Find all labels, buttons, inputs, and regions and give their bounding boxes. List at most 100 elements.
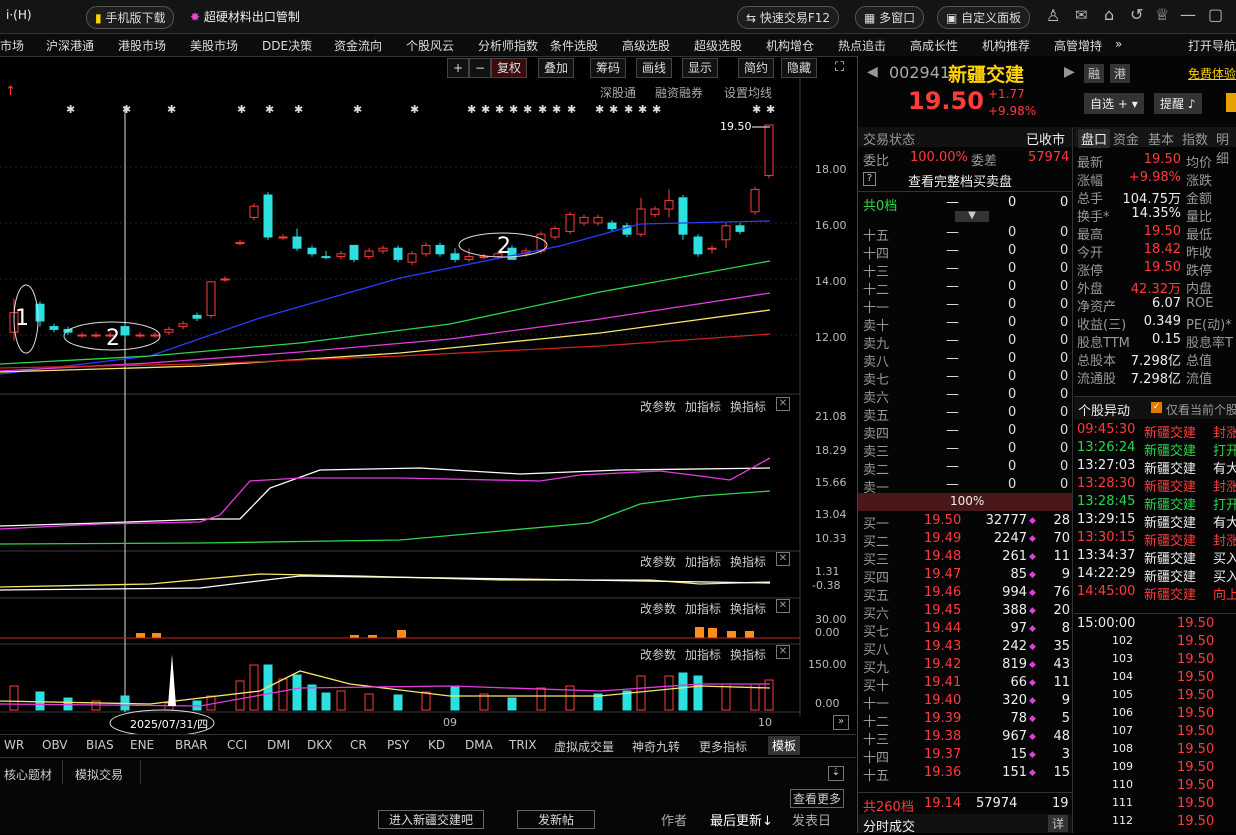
undo-icon[interactable]: ↺ [1130, 5, 1143, 24]
bid-row[interactable]: 十四 19.37 15 ◆ 3 [858, 746, 1072, 766]
quick-trade-button[interactable]: ⇆ 快速交易F12 [737, 6, 840, 29]
event-row[interactable]: 13:28:45 新疆交建 打开 [1074, 494, 1236, 513]
last-update-column[interactable]: 最后更新↓ [710, 810, 773, 829]
bid-row[interactable]: 买四 19.47 85 ◆ 9 [858, 566, 1072, 586]
enter-forum-button[interactable]: 进入新疆交建吧 [378, 810, 484, 829]
menu-market[interactable]: 市场 [0, 37, 24, 54]
menu-stock-news[interactable]: 个股风云 [406, 37, 454, 54]
prev-stock-icon[interactable]: ◀ [867, 64, 878, 80]
menu-dde[interactable]: DDE决策 [262, 37, 312, 54]
full-orderbook-link[interactable]: 查看完整档买卖盘 [908, 171, 1012, 190]
new-post-button[interactable]: 发新帖 [517, 810, 595, 829]
tab-virtual-volume[interactable]: 虚拟成交量 [554, 738, 614, 755]
tab-kd[interactable]: KD [428, 738, 445, 752]
tab-core-theme[interactable]: 核心题材 [4, 766, 52, 783]
event-row[interactable]: 14:45:00 新疆交建 向上 [1074, 584, 1236, 603]
shirt-icon[interactable]: ♕ [1155, 5, 1169, 24]
minimize-icon[interactable]: — [1180, 5, 1196, 24]
expand-chevron-icon[interactable]: ▼ [955, 211, 989, 222]
tab-cr[interactable]: CR [350, 738, 367, 752]
tab-dkx[interactable]: DKX [307, 738, 332, 752]
tab-ene[interactable]: ENE [130, 738, 154, 752]
custom-panel-button[interactable]: ▣ 自定义面板 [937, 6, 1031, 29]
tab-cci[interactable]: CCI [227, 738, 247, 752]
news-ticker[interactable]: ✸ 超硬材料出口管制 [190, 8, 300, 25]
ask-row[interactable]: 十二 —0 0 [858, 278, 1072, 298]
ask-row[interactable]: 卖五 —0 0 [858, 404, 1072, 424]
tab-dmi[interactable]: DMI [267, 738, 290, 752]
event-row[interactable]: 13:28:30 新疆交建 封涨 [1074, 476, 1236, 495]
collapse-icon[interactable]: ⇣ [828, 766, 844, 781]
tab-trix[interactable]: TRIX [509, 738, 536, 752]
add-indicator-button[interactable]: 加指标 [685, 600, 721, 617]
ask-row[interactable]: 十一 —0 0 [858, 296, 1072, 316]
ask-row[interactable]: 卖八 —0 0 [858, 350, 1072, 370]
add-indicator-button[interactable]: 加指标 [685, 646, 721, 663]
maximize-icon[interactable]: ▢ [1208, 5, 1223, 24]
menu-condition[interactable]: 条件选股 [550, 37, 598, 54]
tab-sim-trade[interactable]: 模拟交易 [75, 766, 123, 783]
add-indicator-button[interactable]: 加指标 [685, 553, 721, 570]
tab-more-indicators[interactable]: 更多指标 [699, 738, 747, 755]
mobile-download-button[interactable]: ▮ 手机版下载 [86, 6, 175, 29]
margin-tag[interactable]: 融 [1084, 64, 1105, 83]
multi-window-button[interactable]: ▦ 多窗口 [855, 6, 925, 29]
add-watchlist-button[interactable]: 自选 + ▾ [1084, 93, 1144, 114]
add-indicator-button[interactable]: 加指标 [685, 398, 721, 415]
switch-indicator-button[interactable]: 换指标 [730, 646, 766, 663]
free-trial-link[interactable]: 免费体验 [1188, 65, 1236, 82]
trade-button[interactable] [1226, 93, 1236, 112]
event-row[interactable]: 13:29:15 新疆交建 有大 [1074, 512, 1236, 531]
ask-row[interactable]: 卖二 —0 0 [858, 458, 1072, 478]
ask-row[interactable]: 卖九 —0 0 [858, 332, 1072, 352]
event-row[interactable]: 13:26:24 新疆交建 打开 [1074, 440, 1236, 459]
event-row[interactable]: 14:22:29 新疆交建 买入 [1074, 566, 1236, 585]
alert-button[interactable]: 提醒 ♪ [1154, 93, 1202, 114]
menu-growth[interactable]: 高成长性 [910, 37, 958, 54]
user-icon[interactable]: ♙ [1046, 6, 1060, 25]
event-row[interactable]: 13:30:15 新疆交建 封涨 [1074, 530, 1236, 549]
edit-params-button[interactable]: 改参数 [640, 553, 676, 570]
menu-us[interactable]: 美股市场 [190, 37, 238, 54]
bid-row[interactable]: 买十 19.41 66 ◆ 11 [858, 674, 1072, 694]
switch-indicator-button[interactable]: 换指标 [730, 600, 766, 617]
switch-indicator-button[interactable]: 换指标 [730, 553, 766, 570]
bid-row[interactable]: 买一 19.50 32777 ◆ 28 [858, 512, 1072, 532]
hanger-icon[interactable]: ⌂ [1104, 5, 1114, 24]
tab-template[interactable]: 模板 [768, 736, 801, 755]
menu-capital-flow[interactable]: 资金流向 [334, 37, 382, 54]
detail-button[interactable]: 详 [1048, 815, 1069, 832]
close-icon[interactable]: ✕ [776, 599, 790, 613]
only-current-label[interactable]: 仅看当前个股 [1166, 401, 1236, 418]
bid-row[interactable]: 十三 19.38 967 ◆ 48 [858, 728, 1072, 748]
bid-row[interactable]: 买八 19.43 242 ◆ 35 [858, 638, 1072, 658]
menu-analyst[interactable]: 分析师指数 [478, 37, 538, 54]
ask-row[interactable]: 卖七 —0 0 [858, 368, 1072, 388]
tab-psy[interactable]: PSY [387, 738, 409, 752]
bid-row[interactable]: 十五 19.36 151 ◆ 15 [858, 764, 1072, 784]
edit-params-button[interactable]: 改参数 [640, 398, 676, 415]
tab-basic[interactable]: 基本 [1148, 129, 1174, 148]
close-icon[interactable]: ✕ [776, 645, 790, 659]
event-row[interactable]: 13:27:03 新疆交建 有大 [1074, 458, 1236, 477]
event-row[interactable]: 13:34:37 新疆交建 买入 [1074, 548, 1236, 567]
bid-row[interactable]: 买三 19.48 261 ◆ 11 [858, 548, 1072, 568]
tab-brar[interactable]: BRAR [175, 738, 208, 752]
mail-icon[interactable]: ✉ [1075, 6, 1088, 24]
bid-row[interactable]: 买九 19.42 819 ◆ 43 [858, 656, 1072, 676]
tab-wr[interactable]: WR [4, 738, 24, 752]
ask-row[interactable]: 卖六 —0 0 [858, 386, 1072, 406]
menu-super[interactable]: 超级选股 [694, 37, 742, 54]
menu-institution[interactable]: 机构增仓 [766, 37, 814, 54]
menu-hsgt[interactable]: 沪深港通 [46, 37, 94, 54]
bid-row[interactable]: 买五 19.46 994 ◆ 76 [858, 584, 1072, 604]
tab-capital[interactable]: 资金 [1113, 129, 1139, 148]
close-icon[interactable]: ✕ [776, 552, 790, 566]
ask-row[interactable]: 十五 —0 0 [858, 224, 1072, 244]
menu-recommend[interactable]: 机构推荐 [982, 37, 1030, 54]
checkbox-icon[interactable]: ✓ [1151, 402, 1162, 413]
tab-td9[interactable]: 神奇九转 [632, 738, 680, 755]
tab-pankou[interactable]: 盘口 [1078, 129, 1111, 148]
menu-open-nav[interactable]: 打开导航 [1188, 37, 1236, 54]
events-title[interactable]: 个股异动 [1078, 400, 1130, 419]
